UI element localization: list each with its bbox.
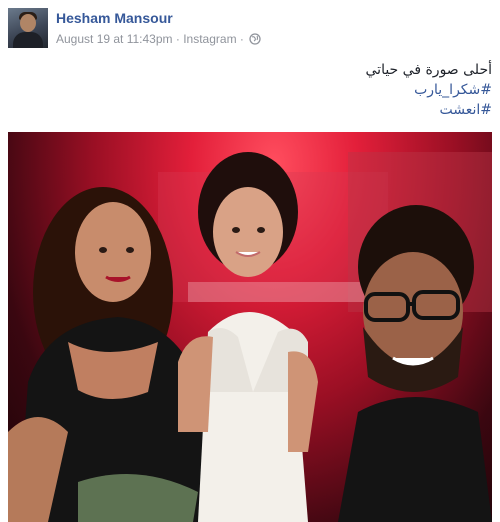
post-header: Hesham Mansour August 19 at 11:43pm · In… <box>8 8 492 52</box>
post-meta: August 19 at 11:43pm · Instagram · <box>56 32 261 46</box>
post-photo[interactable] <box>8 132 492 522</box>
avatar[interactable] <box>8 8 48 48</box>
post-date-link[interactable]: August 19 at 11:43pm <box>56 32 173 46</box>
author-name-link[interactable]: Hesham Mansour <box>56 10 173 26</box>
post-body: أحلى صورة في حياتي #شكرا_يارب #انعشت <box>12 60 493 120</box>
hashtag-link[interactable]: #شكرا_يارب <box>414 82 492 98</box>
hashtag-link[interactable]: #انعشت <box>439 102 492 118</box>
globe-icon[interactable] <box>249 33 261 45</box>
post-text-line: أحلى صورة في حياتي <box>365 62 493 78</box>
meta-separator: · <box>175 32 180 46</box>
photo-illustration <box>8 152 492 522</box>
source-link[interactable]: Instagram <box>183 32 236 46</box>
meta-separator: · <box>239 32 244 46</box>
